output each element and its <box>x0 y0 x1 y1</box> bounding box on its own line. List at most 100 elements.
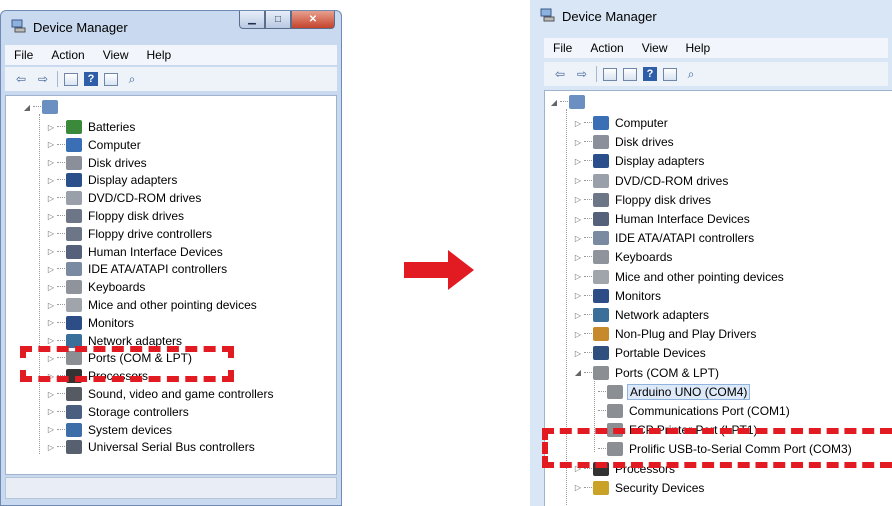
scan-hardware-icon[interactable]: ⌕ <box>683 66 699 82</box>
expand-arrow-icon[interactable]: ▷ <box>573 349 583 358</box>
expand-arrow-icon[interactable]: ▷ <box>573 234 583 243</box>
tree-item[interactable]: ▷ DVD/CD-ROM drives <box>573 172 730 190</box>
expand-arrow-icon[interactable]: ▷ <box>573 483 583 492</box>
expand-arrow-icon[interactable]: ▷ <box>573 195 583 204</box>
scan-hardware-icon[interactable]: ⌕ <box>124 71 140 87</box>
expand-arrow-icon[interactable]: ▷ <box>573 119 583 128</box>
expand-arrow-icon[interactable]: ▷ <box>46 336 56 345</box>
tree-item[interactable]: ▷ Universal Serial Bus controllers <box>46 438 257 456</box>
tree-item[interactable]: ▷ DVD/CD-ROM drives <box>46 189 203 207</box>
tree-item[interactable]: ▷ System devices <box>46 421 174 439</box>
tree-item[interactable]: ▷ Portable Devices <box>573 344 708 362</box>
tree-item[interactable]: ▷ Non-Plug and Play Drivers <box>573 325 758 343</box>
expand-arrow-icon[interactable]: ▷ <box>573 272 583 281</box>
expand-arrow-icon[interactable]: ▷ <box>46 158 56 167</box>
back-icon[interactable]: ⇦ <box>13 71 29 87</box>
tree-item[interactable]: ▷ Human Interface Devices <box>46 243 225 261</box>
expand-arrow-icon[interactable]: ▷ <box>46 265 56 274</box>
tree-item[interactable]: ▷ Computer <box>573 114 670 132</box>
tree-item[interactable]: ▷ Mice and other pointing devices <box>573 268 786 286</box>
properties-icon[interactable] <box>663 67 677 81</box>
expand-arrow-icon[interactable]: ▷ <box>46 301 56 310</box>
tree-node-label: Display adapters <box>615 154 705 169</box>
tree-node-label: Keyboards <box>615 250 673 265</box>
tree-item[interactable]: ▷ Floppy disk drives <box>46 207 186 225</box>
tree-item[interactable]: ▷ Display adapters <box>573 152 706 170</box>
menu-help[interactable]: Help <box>677 41 720 55</box>
tree-connector <box>57 143 65 146</box>
show-hide-console-tree-icon[interactable] <box>603 67 617 81</box>
expand-arrow-icon[interactable]: ▷ <box>573 253 583 262</box>
tree-item[interactable]: ◢ Ports (COM & LPT) <box>573 364 721 382</box>
expand-arrow-icon[interactable]: ▷ <box>46 443 56 452</box>
expand-arrow-icon[interactable]: ▷ <box>46 212 56 221</box>
expand-arrow-icon[interactable]: ▷ <box>573 215 583 224</box>
tree-connector <box>584 352 592 354</box>
expand-arrow-icon[interactable]: ▷ <box>46 283 56 292</box>
minimize-button[interactable]: ▁ <box>239 11 265 29</box>
expand-arrow-icon[interactable]: ▷ <box>46 318 56 327</box>
tree-item[interactable]: ▷ Monitors <box>573 287 663 305</box>
tree-item[interactable]: ▷ IDE ATA/ATAPI controllers <box>573 229 756 247</box>
tree-item[interactable]: ▷ Batteries <box>46 118 137 136</box>
expand-arrow-icon[interactable]: ▷ <box>46 390 56 399</box>
collapse-arrow-icon[interactable]: ◢ <box>549 98 559 107</box>
tree-root[interactable]: ◢ <box>22 98 62 116</box>
expand-arrow-icon[interactable]: ▷ <box>573 330 583 339</box>
title-bar[interactable]: Device Manager ▁ □ ✕ <box>1 11 341 41</box>
expand-arrow-icon[interactable]: ▷ <box>46 176 56 185</box>
collapse-arrow-icon[interactable]: ◢ <box>573 368 583 377</box>
tree-item[interactable]: ▷ Sound, video and game controllers <box>46 385 275 403</box>
back-icon[interactable]: ⇦ <box>552 66 568 82</box>
tree-item[interactable]: ▷ Monitors <box>46 314 136 332</box>
tree-item[interactable]: ▷ Disk drives <box>46 154 149 172</box>
expand-arrow-icon[interactable]: ▷ <box>46 425 56 434</box>
expand-arrow-icon[interactable]: ▷ <box>573 311 583 320</box>
help-icon[interactable]: ? <box>643 67 657 81</box>
menu-file[interactable]: File <box>544 41 581 55</box>
help-icon[interactable]: ? <box>84 72 98 86</box>
tree-item[interactable]: ▷ Floppy disk drives <box>573 191 713 209</box>
port-item[interactable]: Arduino UNO (COM4) <box>597 383 751 401</box>
tree-item[interactable]: ▷ Computer <box>46 136 143 154</box>
expand-arrow-icon[interactable]: ▷ <box>573 291 583 300</box>
menu-view[interactable]: View <box>633 41 677 55</box>
tree-item[interactable]: ▷ Storage controllers <box>46 403 191 421</box>
tree-item[interactable]: ▷ Disk drives <box>573 133 676 151</box>
expand-arrow-icon[interactable]: ▷ <box>46 247 56 256</box>
expand-arrow-icon[interactable]: ▷ <box>46 123 56 132</box>
menu-action[interactable]: Action <box>581 41 632 55</box>
menu-view[interactable]: View <box>94 48 138 62</box>
tree-item[interactable]: ▷ IDE ATA/ATAPI controllers <box>46 260 229 278</box>
tree-item[interactable]: ▷ Display adapters <box>46 171 179 189</box>
forward-icon[interactable]: ⇨ <box>35 71 51 87</box>
tree-item[interactable]: ▷ Keyboards <box>46 278 147 296</box>
tree-item[interactable]: ▷ Mice and other pointing devices <box>46 296 259 314</box>
tree-item[interactable]: ▷ Floppy drive controllers <box>46 225 214 243</box>
menu-action[interactable]: Action <box>42 48 93 62</box>
expand-arrow-icon[interactable]: ▷ <box>46 194 56 203</box>
expand-arrow-icon[interactable]: ▷ <box>573 157 583 166</box>
expand-arrow-icon[interactable]: ▷ <box>46 140 56 149</box>
port-item[interactable]: Communications Port (COM1) <box>597 402 792 420</box>
tree-root[interactable]: ◢ <box>549 93 589 111</box>
expand-arrow-icon[interactable]: ▷ <box>46 407 56 416</box>
tree-item[interactable]: ▷ Keyboards <box>573 248 674 266</box>
tree-item[interactable]: ▷ Human Interface Devices <box>573 210 752 228</box>
tree-item[interactable]: ▷ Network adapters <box>573 306 711 324</box>
action-pane-icon[interactable] <box>623 67 637 81</box>
menu-help[interactable]: Help <box>138 48 181 62</box>
forward-icon[interactable]: ⇨ <box>574 66 590 82</box>
title-bar[interactable]: Device Manager <box>530 0 892 32</box>
expand-arrow-icon[interactable]: ▷ <box>573 138 583 147</box>
expand-arrow-icon[interactable]: ▷ <box>46 229 56 238</box>
maximize-button[interactable]: □ <box>265 11 291 29</box>
menu-file[interactable]: File <box>5 48 42 62</box>
expand-arrow-icon[interactable]: ▷ <box>573 176 583 185</box>
close-button[interactable]: ✕ <box>291 11 335 29</box>
collapse-arrow-icon[interactable]: ◢ <box>22 103 32 112</box>
tree-item[interactable]: ▷ Security Devices <box>573 479 706 497</box>
show-hide-console-tree-icon[interactable] <box>64 72 78 86</box>
port-icon <box>593 365 609 380</box>
properties-icon[interactable] <box>104 72 118 86</box>
